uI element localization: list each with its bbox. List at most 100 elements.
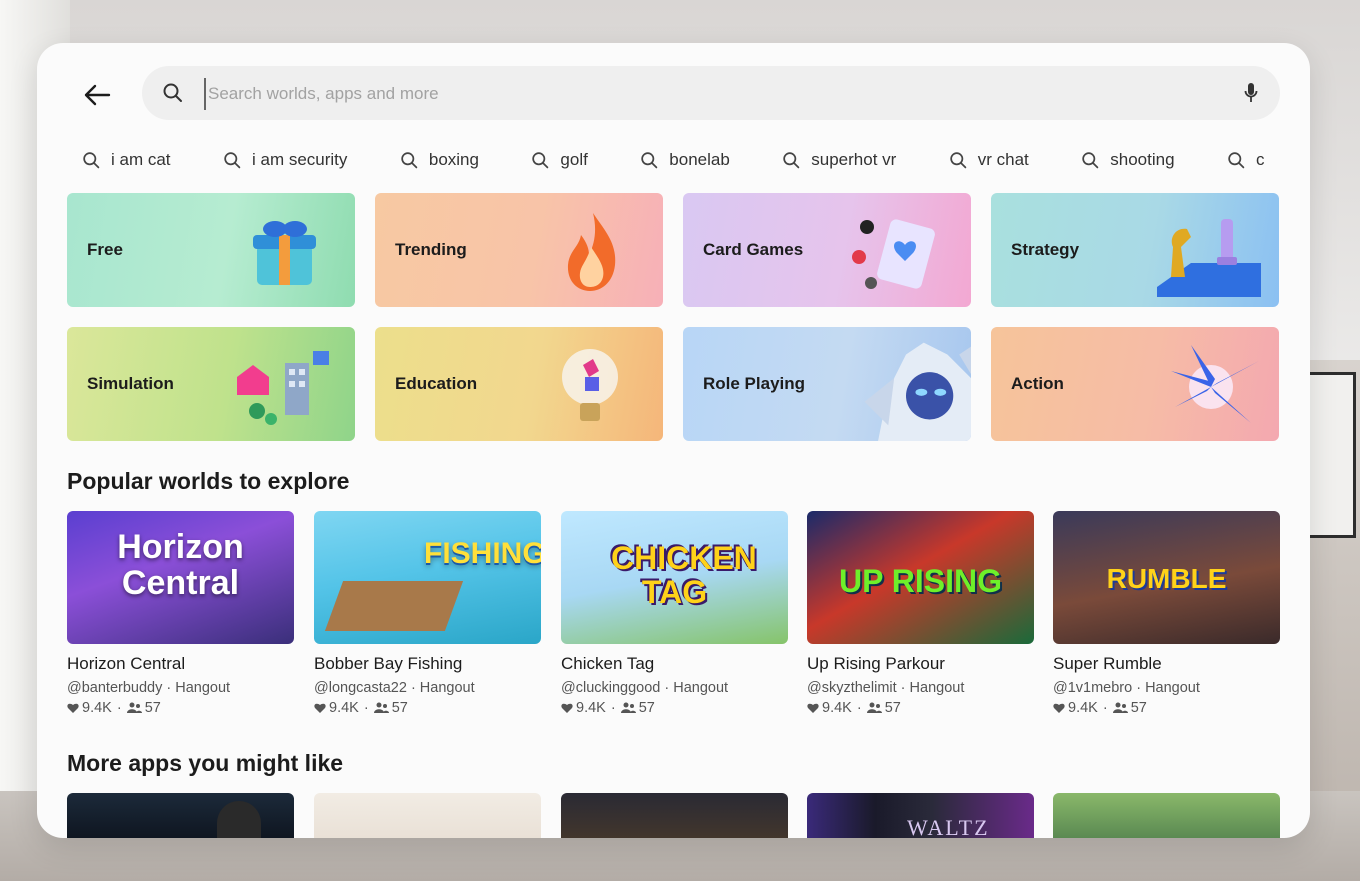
- suggestion-chip[interactable]: boxing: [400, 150, 479, 170]
- world-meta: @1v1mebro · Hangout: [1053, 680, 1200, 696]
- suggestion-label: vr chat: [977, 150, 1029, 169]
- world-meta: @longcasta22 · Hangout: [314, 680, 475, 696]
- pier-shape: [324, 581, 464, 631]
- category-label: Role Playing: [703, 374, 806, 393]
- category-trending[interactable]: Trending: [375, 193, 663, 307]
- world-stats: 9.4K · 57: [314, 700, 541, 716]
- world-name: Horizon Central: [67, 654, 186, 673]
- people-icon: [866, 702, 882, 713]
- heart-icon: [807, 703, 819, 713]
- app-card[interactable]: [561, 793, 788, 838]
- search-icon: [163, 83, 182, 102]
- app-card[interactable]: [314, 793, 541, 838]
- category-education[interactable]: Education: [375, 327, 663, 441]
- world-stats: 9.4K · 57: [67, 700, 294, 716]
- category-strategy[interactable]: Strategy: [991, 193, 1279, 307]
- people-icon: [126, 702, 142, 713]
- suggestion-label: golf: [560, 150, 588, 169]
- thumbnail-title: Horizon Central: [117, 528, 244, 602]
- search-icon: [83, 151, 100, 168]
- players-count: 57: [638, 700, 655, 716]
- suggestion-chip[interactable]: superhot vr: [782, 150, 896, 170]
- world-name: Bobber Bay Fishing: [314, 654, 463, 673]
- lightbulb-icon: [562, 349, 618, 421]
- gift-icon: [253, 221, 316, 285]
- suggestion-chip[interactable]: i am cat: [82, 150, 171, 170]
- popular-worlds-title: Popular worlds to explore: [67, 468, 350, 494]
- players-count: 57: [884, 700, 901, 716]
- world-meta: @skyzthelimit · Hangout: [807, 680, 965, 696]
- category-free[interactable]: Free: [67, 193, 355, 307]
- suggestion-label: i am security: [251, 150, 348, 169]
- burst-icon: [1171, 345, 1259, 423]
- world-stats: 9.4K · 57: [561, 700, 788, 716]
- world-thumbnail[interactable]: FISHING: [314, 511, 541, 644]
- category-action[interactable]: Action: [991, 327, 1279, 441]
- thumbnail-title: FISHING: [424, 537, 541, 570]
- app-card[interactable]: WALTZ: [807, 793, 1034, 838]
- world-thumbnail[interactable]: CHICKEN TAG: [561, 511, 788, 644]
- world-card[interactable]: Horizon Central Horizon Central @banterb…: [67, 511, 294, 716]
- likes-count: 9.4K: [822, 700, 852, 716]
- likes-count: 9.4K: [576, 700, 606, 716]
- world-card[interactable]: UP RISING Up Rising Parkour @skyzthelimi…: [807, 511, 1034, 716]
- people-icon: [620, 702, 636, 713]
- yeti-icon: [864, 342, 971, 441]
- suggestion-chip[interactable]: vr chat: [949, 150, 1029, 170]
- search-icon: [224, 151, 241, 168]
- city-icon: [237, 351, 329, 425]
- suggestion-label: bonelab: [669, 150, 730, 169]
- world-thumbnail[interactable]: UP RISING: [807, 511, 1034, 644]
- world-card[interactable]: RUMBLE Super Rumble @1v1mebro · Hangout …: [1053, 511, 1280, 716]
- background-frame: [1304, 372, 1356, 538]
- search-icon: [401, 151, 418, 168]
- world-stats: 9.4K · 57: [1053, 700, 1280, 716]
- suggestion-chip[interactable]: c: [1227, 150, 1265, 170]
- world-stats: 9.4K · 57: [807, 700, 1034, 716]
- world-card[interactable]: CHICKEN TAG Chicken Tag @cluckinggood · …: [561, 511, 788, 716]
- thumbnail-title: RUMBLE: [1106, 563, 1227, 594]
- suggestion-chip[interactable]: shooting: [1081, 150, 1175, 170]
- store-panel: i am cat i am security boxing golf bonel…: [37, 43, 1310, 838]
- world-name: Super Rumble: [1053, 654, 1162, 673]
- helmet-shape: [217, 801, 261, 838]
- world-thumbnail[interactable]: RUMBLE: [1053, 511, 1280, 644]
- suggestion-label: boxing: [428, 150, 479, 169]
- category-label: Education: [395, 374, 478, 393]
- players-count: 57: [1130, 700, 1147, 716]
- app-card[interactable]: [1053, 793, 1280, 838]
- suggestion-chip[interactable]: bonelab: [640, 150, 730, 170]
- category-label: Card Games: [703, 240, 804, 259]
- category-card-games[interactable]: Card Games: [683, 193, 971, 307]
- back-button[interactable]: [77, 75, 117, 115]
- search-input[interactable]: [204, 78, 1210, 110]
- heart-icon: [67, 703, 79, 713]
- thumbnail-title: CHICKEN TAG: [611, 540, 757, 610]
- category-simulation[interactable]: Simulation: [67, 327, 355, 441]
- app-card[interactable]: [67, 793, 294, 838]
- microphone-icon[interactable]: [1244, 82, 1258, 104]
- people-icon: [1112, 702, 1128, 713]
- search-suggestions: i am cat i am security boxing golf bonel…: [82, 150, 1310, 176]
- likes-count: 9.4K: [1068, 700, 1098, 716]
- suggestion-chip[interactable]: golf: [531, 150, 588, 170]
- world-thumbnail[interactable]: Horizon Central: [67, 511, 294, 644]
- search-icon: [950, 151, 967, 168]
- category-role-playing[interactable]: Role Playing: [683, 327, 971, 441]
- likes-count: 9.4K: [329, 700, 359, 716]
- suggestion-label: shooting: [1110, 150, 1175, 169]
- category-label: Trending: [395, 240, 467, 259]
- search-bar[interactable]: [142, 66, 1280, 120]
- heart-icon: [1053, 703, 1065, 713]
- suggestion-label: superhot vr: [811, 150, 897, 169]
- heart-icon: [561, 703, 573, 713]
- suggestion-chip[interactable]: i am security: [223, 150, 347, 170]
- app-thumb-title: WALTZ: [907, 815, 990, 838]
- chess-icon: [1157, 219, 1261, 297]
- suggestion-label: i am cat: [111, 150, 171, 169]
- suggestion-label: c: [1255, 150, 1265, 169]
- world-card[interactable]: FISHING Bobber Bay Fishing @longcasta22 …: [314, 511, 541, 716]
- flame-icon: [567, 213, 616, 291]
- category-label: Strategy: [1011, 240, 1080, 259]
- people-icon: [373, 702, 389, 713]
